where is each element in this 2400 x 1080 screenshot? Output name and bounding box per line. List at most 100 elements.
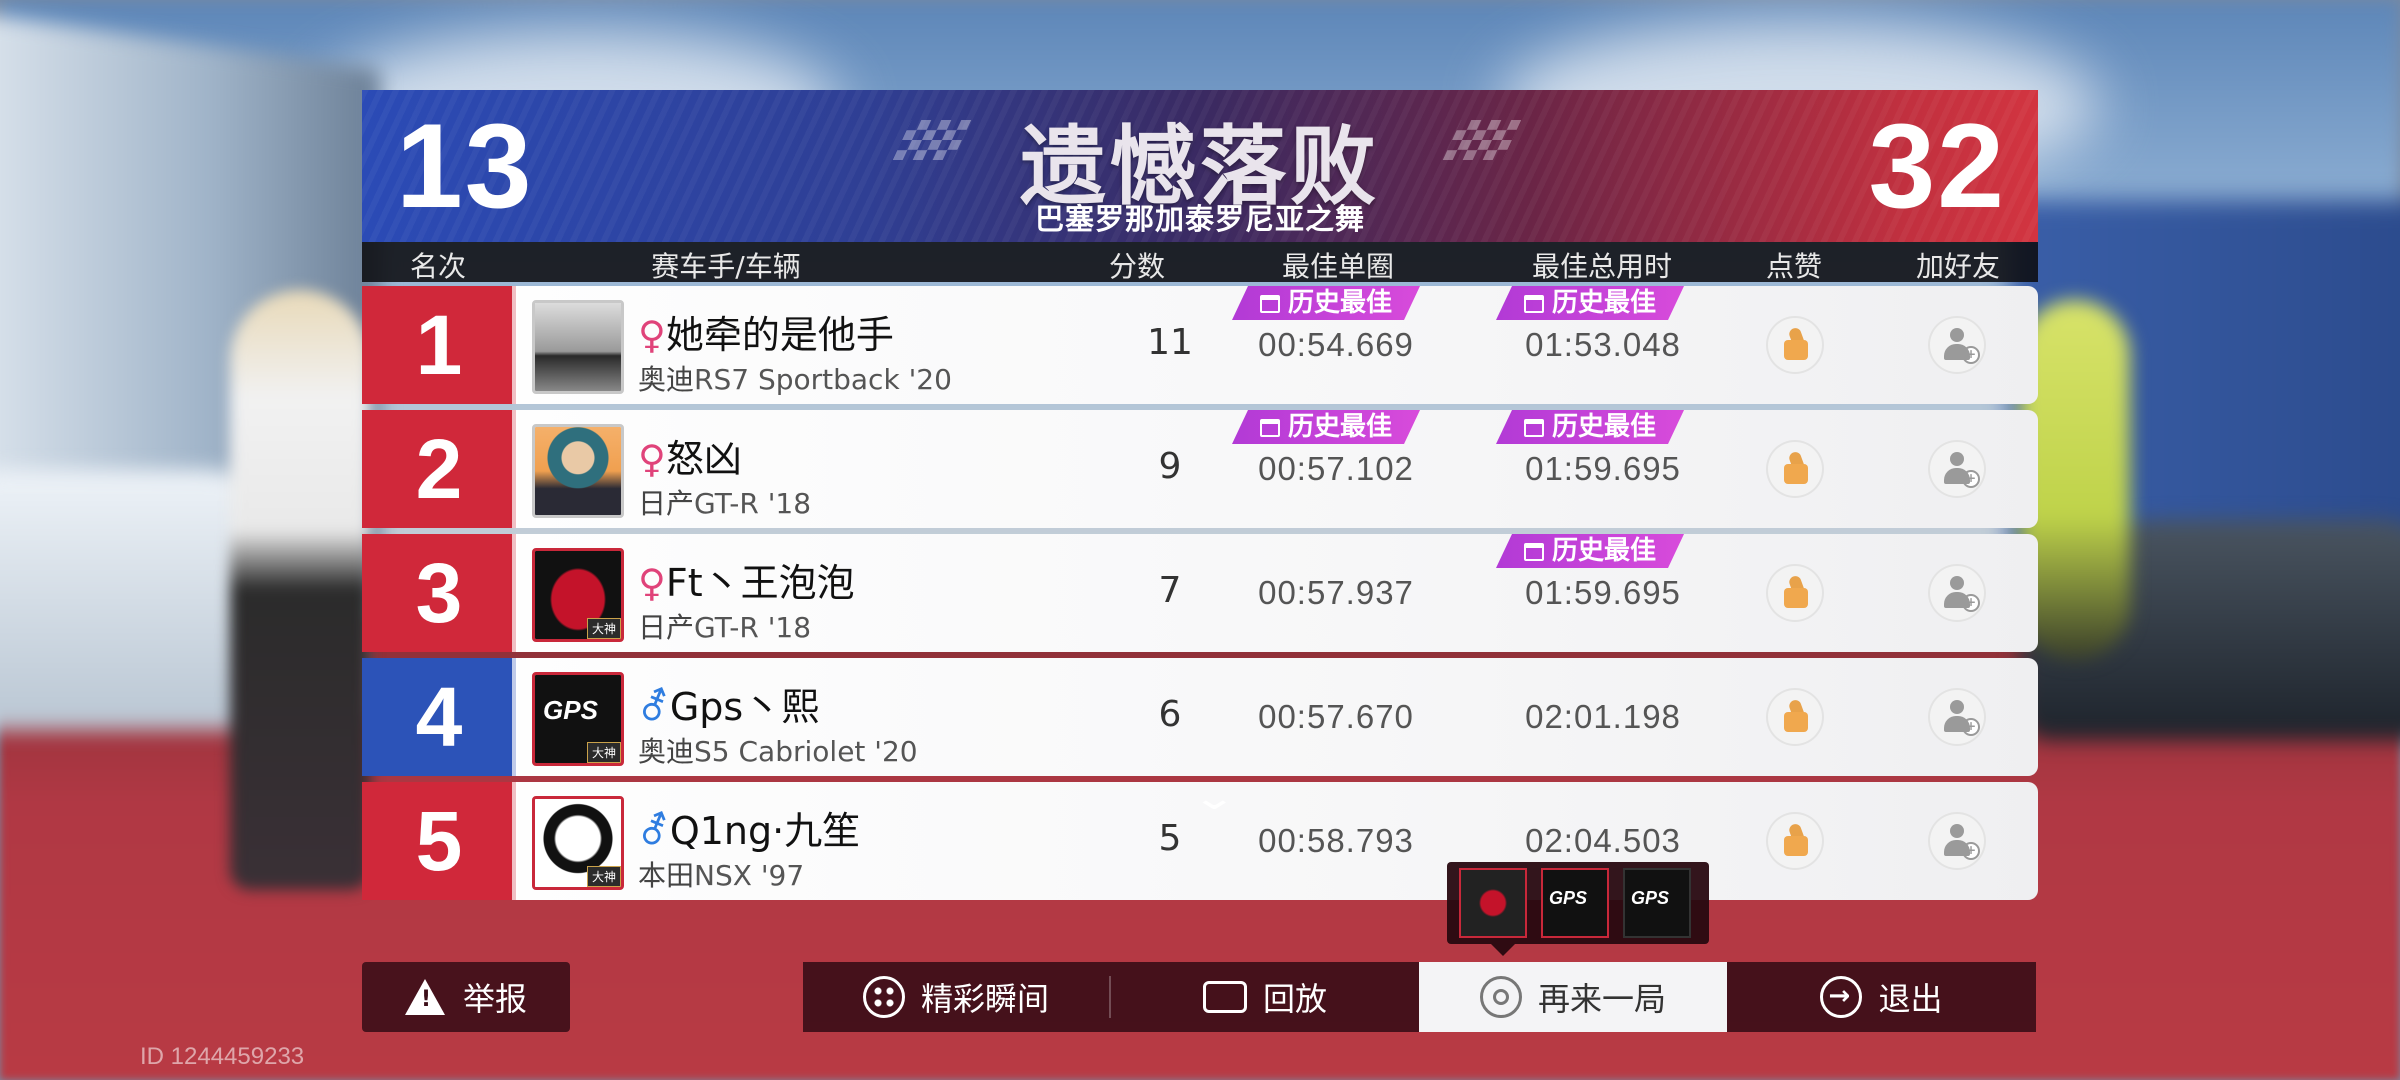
- highlights-button[interactable]: 精彩瞬间: [803, 962, 1109, 1032]
- best-lap: 00:57.102: [1258, 450, 1414, 487]
- female-icon: ♀: [638, 437, 666, 481]
- points: 7: [1158, 570, 1182, 611]
- vehicle: 日产GT-R '18: [638, 611, 812, 644]
- history-best-badge: 历史最佳: [1496, 410, 1684, 444]
- vehicle: 奥迪S5 Cabriolet '20: [638, 735, 918, 768]
- best-lap: 00:57.670: [1258, 698, 1414, 735]
- team-red-score: 32: [1868, 99, 2006, 233]
- report-button[interactable]: ! 举报: [362, 962, 570, 1032]
- history-best-badge: 历史最佳: [1232, 286, 1420, 320]
- thumbs-up-icon: [1780, 452, 1810, 484]
- exit-button[interactable]: 退出: [1727, 962, 2036, 1032]
- thumbs-up-icon: [1780, 576, 1810, 608]
- steering-wheel-icon: [1479, 976, 1522, 1018]
- best-total: 01:59.695: [1525, 450, 1681, 487]
- action-bar: 精彩瞬间 回放 再来一局 退出: [803, 962, 2036, 1032]
- points: 6: [1158, 694, 1182, 735]
- replay-button[interactable]: 回放: [1111, 962, 1419, 1032]
- add-friend-icon: +: [1942, 452, 1980, 488]
- add-friend-icon: +: [1942, 824, 1980, 860]
- col-like: 点赞: [1765, 250, 1823, 283]
- calendar-icon: [1524, 295, 1544, 313]
- col-best-lap: 最佳单圈: [1281, 250, 1395, 283]
- col-points: 分数: [1108, 250, 1166, 283]
- points: 5: [1158, 818, 1182, 859]
- like-button[interactable]: [1766, 812, 1824, 870]
- male-icon: ⚦: [638, 685, 670, 729]
- best-total: 02:04.503: [1525, 822, 1681, 859]
- player-name: ♀她牵的是他手: [638, 313, 894, 357]
- avatar[interactable]: 大神: [532, 548, 624, 642]
- female-icon: ♀: [638, 313, 666, 357]
- avatar[interactable]: GPS 大神: [532, 672, 624, 766]
- add-friend-button[interactable]: +: [1928, 564, 1986, 622]
- history-best-badge: 历史最佳: [1232, 410, 1420, 444]
- history-best-badge: 历史最佳: [1496, 534, 1684, 568]
- avatar[interactable]: 大神: [532, 796, 624, 890]
- like-button[interactable]: [1766, 440, 1824, 498]
- best-total: 02:01.198: [1525, 698, 1681, 735]
- thumbs-up-icon: [1780, 328, 1810, 360]
- best-lap: 00:54.669: [1258, 326, 1414, 363]
- play-again-button[interactable]: 再来一局: [1419, 962, 1727, 1032]
- table-row: 2 ♀怒凶 日产GT-R '18 9 历史最佳 历史最佳 00:57.102 0…: [362, 410, 2038, 528]
- best-total: 01:59.695: [1525, 574, 1681, 611]
- add-friend-button[interactable]: +: [1928, 316, 1986, 374]
- rank-badge: 大神: [586, 618, 621, 639]
- player-name: ⚦Q1ng·九笙: [638, 809, 861, 853]
- results-header: 13 遗憾落败 巴塞罗那加泰罗尼亚之舞 32: [362, 90, 2038, 242]
- rank-number: 1: [362, 286, 518, 404]
- track-name: 巴塞罗那加泰罗尼亚之舞: [1034, 202, 1365, 236]
- exit-arrow-icon: [1820, 976, 1863, 1018]
- like-button[interactable]: [1766, 564, 1824, 622]
- calendar-icon: [1260, 419, 1280, 437]
- best-total: 01:53.048: [1525, 326, 1681, 363]
- add-friend-button[interactable]: +: [1928, 812, 1986, 870]
- calendar-icon: [1524, 543, 1544, 561]
- female-icon: ♀: [638, 561, 666, 605]
- table-row: 4 GPS 大神 ⚦Gps丶熙 奥迪S5 Cabriolet '20 6 00:5…: [362, 658, 2038, 776]
- avatar[interactable]: [532, 300, 624, 394]
- rank-badge: 大神: [586, 866, 621, 887]
- add-friend-button[interactable]: +: [1928, 440, 1986, 498]
- best-lap: 00:58.793: [1258, 822, 1414, 859]
- add-friend-button[interactable]: +: [1928, 688, 1986, 746]
- col-racer: 赛车手/车辆: [651, 250, 801, 283]
- vehicle: 日产GT-R '18: [638, 487, 812, 520]
- chevron-down-icon[interactable]: ⌄: [1191, 778, 1237, 818]
- add-friend-icon: +: [1942, 328, 1980, 364]
- col-add-friend: 加好友: [1915, 250, 2001, 283]
- table-row: 3 大神 ♀Ft丶王泡泡 日产GT-R '18 7 历史最佳 00:57.937…: [362, 534, 2038, 652]
- avatar[interactable]: [532, 424, 624, 518]
- col-rank: 名次: [409, 250, 467, 283]
- film-reel-icon: [862, 976, 905, 1018]
- history-best-badge: 历史最佳: [1496, 286, 1684, 320]
- rank-number: 3: [362, 534, 518, 652]
- table-row: 1 ♀她牵的是他手 奥迪RS7 Sportback '20 11 历史最佳 历史…: [362, 286, 2038, 404]
- add-friend-icon: +: [1942, 576, 1980, 612]
- warning-icon: !: [404, 979, 445, 1015]
- mode-thumbnail[interactable]: GPS: [1541, 868, 1609, 938]
- thumbs-up-icon: [1780, 824, 1810, 856]
- like-button[interactable]: [1766, 688, 1824, 746]
- like-button[interactable]: [1766, 316, 1824, 374]
- col-best-total: 最佳总用时: [1531, 250, 1673, 283]
- camera-icon: [1202, 981, 1247, 1013]
- rank-number: 2: [362, 410, 518, 528]
- vehicle: 奥迪RS7 Sportback '20: [638, 363, 952, 396]
- rank-number: 4: [362, 658, 518, 776]
- mode-thumbnail[interactable]: GPS: [1623, 868, 1691, 938]
- points: 11: [1147, 322, 1193, 363]
- player-name: ♀Ft丶王泡泡: [638, 561, 855, 605]
- calendar-icon: [1524, 419, 1544, 437]
- points: 9: [1158, 446, 1182, 487]
- user-id: ID 1244459233: [140, 1043, 305, 1070]
- rank-number: 5: [362, 782, 518, 900]
- player-name: ⚦Gps丶熙: [638, 685, 820, 729]
- mode-thumbnail[interactable]: [1459, 868, 1527, 938]
- calendar-icon: [1260, 295, 1280, 313]
- thumbs-up-icon: [1780, 700, 1810, 732]
- column-header: 名次 赛车手/车辆 分数 最佳单圈 最佳总用时 点赞 加好友: [362, 242, 2038, 283]
- player-name: ♀怒凶: [638, 437, 742, 481]
- male-icon: ⚦: [638, 809, 670, 853]
